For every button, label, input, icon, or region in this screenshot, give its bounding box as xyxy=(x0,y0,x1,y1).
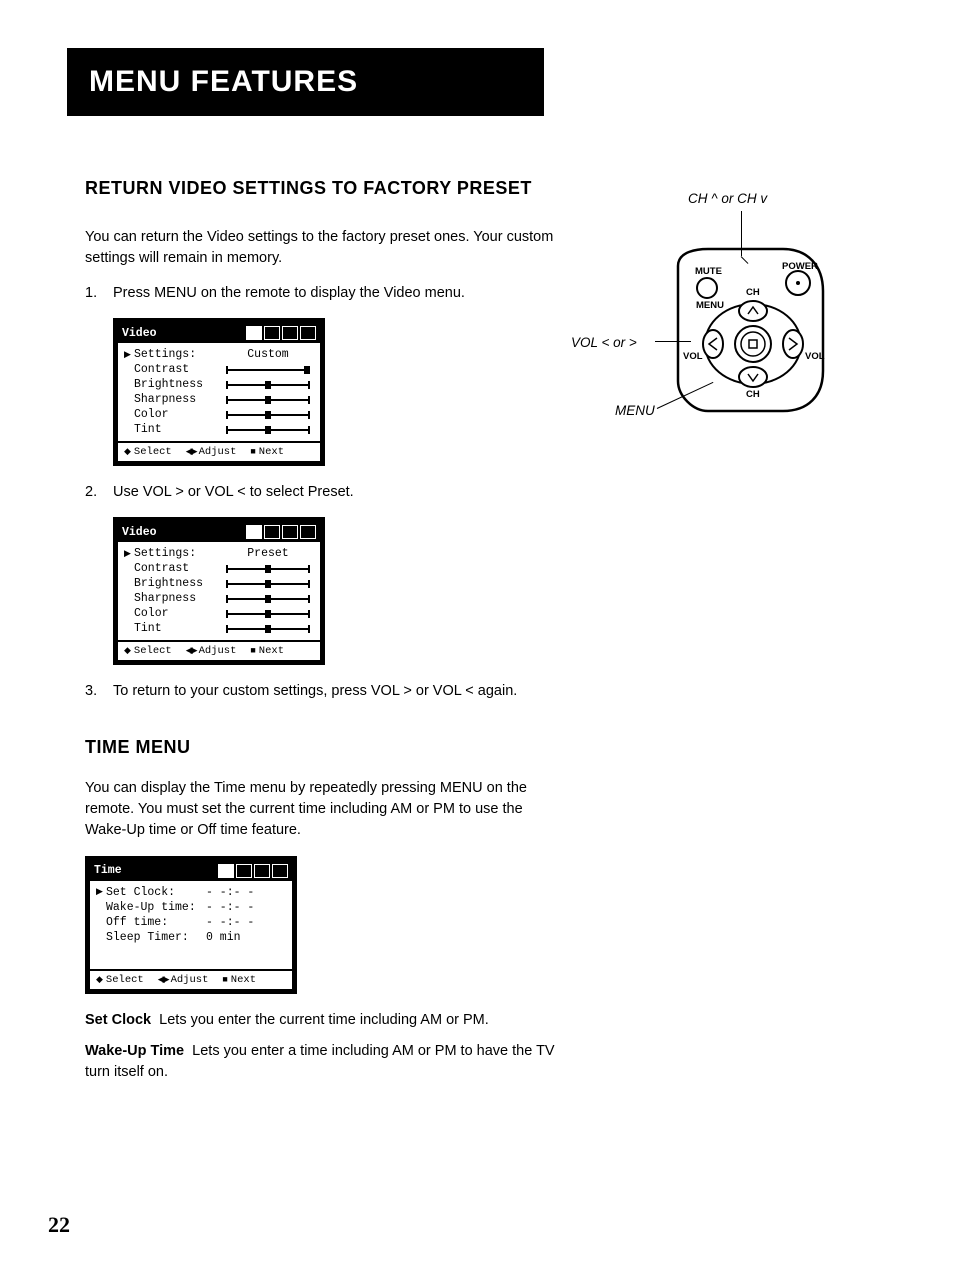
osd-video-preset: Video ▶Settings:Preset Contrast Brightne… xyxy=(113,517,325,665)
osd-row-brightness: Brightness xyxy=(134,378,222,391)
remote-svg xyxy=(583,211,843,431)
osd-row-offtime: Off time: xyxy=(106,916,206,929)
osd-row-contrast: Contrast xyxy=(134,363,222,376)
sharpness-slider-2 xyxy=(226,598,310,600)
osd-value-preset: Preset xyxy=(222,547,314,560)
osd-footer-adjust-3: Adjust xyxy=(158,974,209,986)
audio-tab-icon xyxy=(264,326,280,340)
osd-title: Video xyxy=(122,327,246,340)
label-vol: VOL < or > xyxy=(571,335,637,350)
time-tab-icon xyxy=(282,326,298,340)
osd-title-2: Video xyxy=(122,526,246,539)
main-column: Return Video Settings to Factory Preset … xyxy=(85,171,565,1093)
btn-label-vol-right: VOL xyxy=(805,351,825,362)
setup-tab-icon xyxy=(300,326,316,340)
osd-time: Time ▶Set Clock:- -:- - Wake-Up time:- -… xyxy=(85,856,297,994)
osd-value-custom: Custom xyxy=(222,348,314,361)
page-number: 22 xyxy=(48,1212,70,1238)
osd-row-sleep: Sleep Timer: xyxy=(106,931,206,944)
btn-label-menu: MENU xyxy=(696,300,724,311)
section-heading-time-menu: Time Menu xyxy=(85,730,565,764)
btn-label-vol-left: VOL xyxy=(683,351,703,362)
step-3: To return to your custom settings, press… xyxy=(85,681,565,702)
osd-time-title: Time xyxy=(94,864,218,877)
osd-row-settings-2: Settings: xyxy=(134,547,222,560)
osd-row-tint-2: Tint xyxy=(134,622,222,635)
video-tab-icon xyxy=(236,864,252,878)
def-set-clock: Set Clock Lets you enter the current tim… xyxy=(85,1010,565,1031)
osd-row-brightness-2: Brightness xyxy=(134,577,222,590)
remote-diagram: CH ^ or CH v VOL < or > MENU xyxy=(583,211,843,441)
banner-title: Menu Features xyxy=(89,65,358,99)
brightness-slider xyxy=(226,384,310,386)
osd-footer-next: Next xyxy=(250,446,284,458)
osd-val-wakeup: - -:- - xyxy=(206,901,254,914)
tint-slider xyxy=(226,429,310,431)
btn-label-ch-top: CH xyxy=(746,287,760,298)
time-tab-icon xyxy=(282,525,298,539)
color-slider xyxy=(226,414,310,416)
contrast-slider xyxy=(226,369,310,371)
brightness-slider-2 xyxy=(226,583,310,585)
osd-row-sharpness: Sharpness xyxy=(134,393,222,406)
page-banner: Menu Features xyxy=(67,48,544,116)
color-slider-2 xyxy=(226,613,310,615)
osd-footer-next-3: Next xyxy=(222,974,256,986)
osd-tab-icons xyxy=(246,326,316,340)
osd-row-color-2: Color xyxy=(134,607,222,620)
label-ch: CH ^ or CH v xyxy=(688,191,767,206)
osd-val-offtime: - -:- - xyxy=(206,916,254,929)
section-heading-factory-preset: Return Video Settings to Factory Preset xyxy=(85,171,565,205)
audio-tab-icon xyxy=(264,525,280,539)
btn-label-mute: MUTE xyxy=(695,266,722,277)
osd-val-sleep: 0 min xyxy=(206,931,241,944)
osd-footer-select: Select xyxy=(124,446,172,458)
label-menu: MENU xyxy=(615,403,655,418)
time-tab-icon xyxy=(218,864,234,878)
video-tab-icon xyxy=(246,326,262,340)
osd-row-wakeup: Wake-Up time: xyxy=(106,901,206,914)
video-tab-icon xyxy=(246,525,262,539)
remote-column: CH ^ or CH v VOL < or > MENU xyxy=(583,171,853,1093)
osd-row-settings: Settings: xyxy=(134,348,222,361)
osd-row-color: Color xyxy=(134,408,222,421)
contrast-slider-2 xyxy=(226,568,310,570)
osd-footer-adjust-2: Adjust xyxy=(186,645,237,657)
tint-slider-2 xyxy=(226,628,310,630)
osd-row-setclock: Set Clock: xyxy=(106,886,206,899)
osd-val-setclock: - -:- - xyxy=(206,886,254,899)
step-1: Press MENU on the remote to display the … xyxy=(85,283,565,304)
osd-footer-adjust: Adjust xyxy=(186,446,237,458)
osd-row-tint: Tint xyxy=(134,423,222,436)
osd-footer-next-2: Next xyxy=(250,645,284,657)
def-wake-up: Wake-Up Time Lets you enter a time inclu… xyxy=(85,1041,565,1083)
setup-tab-icon xyxy=(300,525,316,539)
osd-row-sharpness-2: Sharpness xyxy=(134,592,222,605)
setup-tab-icon xyxy=(272,864,288,878)
intro-paragraph-1: You can return the Video settings to the… xyxy=(85,227,565,269)
osd-footer-select-3: Select xyxy=(96,974,144,986)
btn-label-power: POWER xyxy=(782,261,818,272)
audio-tab-icon xyxy=(254,864,270,878)
step-2: Use VOL > or VOL < to select Preset. xyxy=(85,482,565,503)
osd-video-custom: Video ▶Settings:Custom Contrast Brightne… xyxy=(113,318,325,466)
osd-row-contrast-2: Contrast xyxy=(134,562,222,575)
btn-label-ch-bottom: CH xyxy=(746,389,760,400)
sharpness-slider xyxy=(226,399,310,401)
osd-tab-icons-3 xyxy=(218,864,288,878)
osd-footer-select-2: Select xyxy=(124,645,172,657)
intro-paragraph-2: You can display the Time menu by repeate… xyxy=(85,778,565,841)
osd-tab-icons-2 xyxy=(246,525,316,539)
